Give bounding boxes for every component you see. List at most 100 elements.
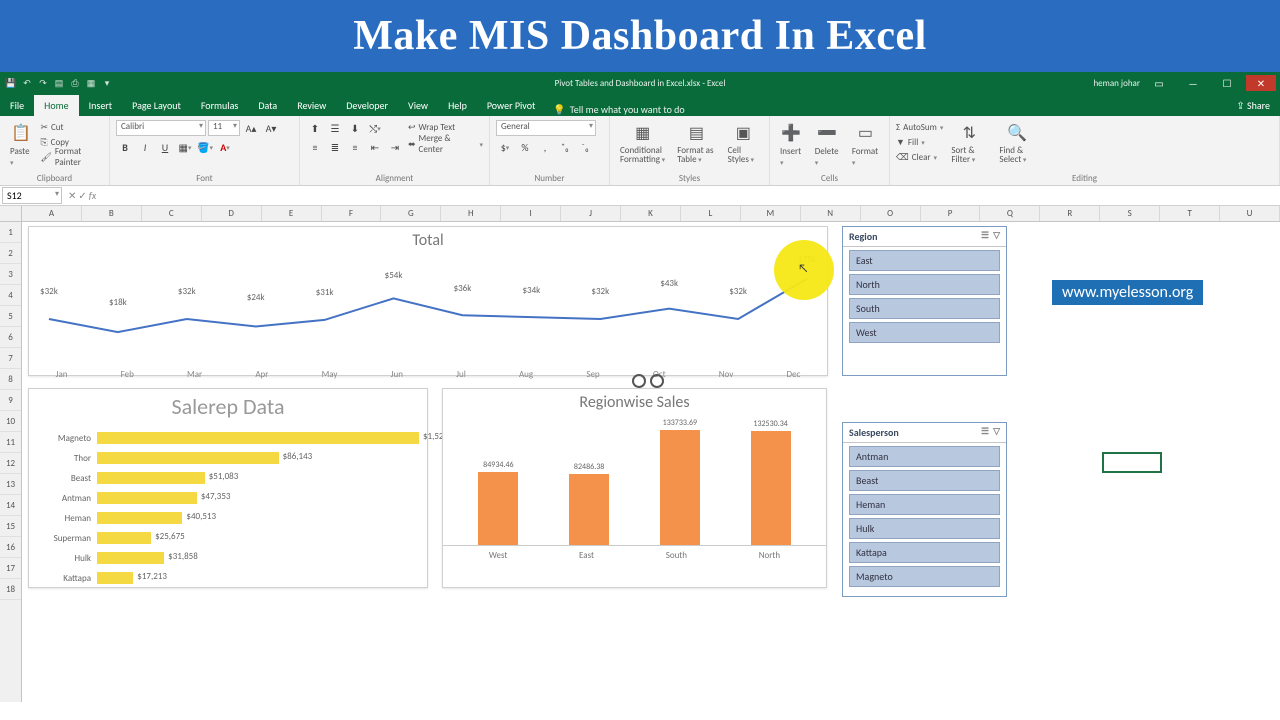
col-header[interactable]: B [82,206,142,221]
find-select-button[interactable]: 🔍Find & Select [995,120,1039,166]
enter-formula-icon[interactable]: ✓ [78,189,86,202]
slicer-item[interactable]: Beast [849,470,1000,491]
dec-decimal-icon[interactable]: ⁻₀ [576,139,594,155]
ribbon-display-icon[interactable]: ▭ [1144,75,1174,91]
col-header[interactable]: O [861,206,921,221]
col-header[interactable]: T [1160,206,1220,221]
tab-formulas[interactable]: Formulas [191,95,248,116]
col-header[interactable]: K [621,206,681,221]
formula-input[interactable] [100,186,1280,205]
font-color-button[interactable]: A [216,139,234,155]
bold-button[interactable]: B [116,139,134,155]
row-header[interactable]: 6 [0,327,21,348]
shrink-font-icon[interactable]: A▾ [262,120,280,136]
insert-cells-button[interactable]: ➕Insert [776,120,807,170]
selection-handles[interactable] [632,374,664,388]
multi-select-icon[interactable]: ☰ [981,426,989,439]
delete-cells-button[interactable]: ➖Delete [811,120,844,170]
inc-decimal-icon[interactable]: ⁺₀ [556,139,574,155]
autosum-button[interactable]: ΣAutoSum [896,120,943,134]
orientation-icon[interactable]: ⤭ [366,120,384,136]
col-header[interactable]: H [441,206,501,221]
conditional-formatting-button[interactable]: ▦Conditional Formatting [616,120,669,166]
col-header[interactable]: M [741,206,801,221]
tab-review[interactable]: Review [287,95,336,116]
slicer-item[interactable]: Kattapa [849,542,1000,563]
paste-button[interactable]: 📋 Paste [6,120,36,170]
row-header[interactable]: 5 [0,306,21,327]
col-header[interactable]: P [921,206,981,221]
align-left-icon[interactable]: ≡ [306,139,324,155]
row-header[interactable]: 11 [0,432,21,453]
clear-button[interactable]: ⌫Clear [896,150,943,164]
col-header[interactable]: I [501,206,561,221]
number-format-select[interactable]: General [496,120,596,136]
row-header[interactable]: 4 [0,285,21,306]
qat-icon[interactable]: ▦ [84,76,98,90]
chart-salerep-bar[interactable]: Salerep Data Magneto$1,52,723Thor$86,143… [28,388,428,588]
col-header[interactable]: A [22,206,82,221]
percent-icon[interactable]: % [516,139,534,155]
redo-icon[interactable]: ↷ [36,76,50,90]
grow-font-icon[interactable]: A▴ [242,120,260,136]
col-header[interactable]: N [801,206,861,221]
sort-filter-button[interactable]: ⇅Sort & Filter [947,120,991,166]
col-header[interactable]: Q [980,206,1040,221]
tab-power-pivot[interactable]: Power Pivot [477,95,546,116]
col-header[interactable]: C [142,206,202,221]
fx-icon[interactable]: fx [89,189,96,202]
slicer-item[interactable]: Heman [849,494,1000,515]
tab-home[interactable]: Home [34,95,78,116]
row-header[interactable]: 9 [0,390,21,411]
font-size-select[interactable]: 11 [208,120,240,136]
font-name-select[interactable]: Calibri [116,120,206,136]
col-header[interactable]: D [202,206,262,221]
minimize-icon[interactable]: — [1178,75,1208,91]
row-header[interactable]: 2 [0,243,21,264]
italic-button[interactable]: I [136,139,154,155]
name-box[interactable]: S12 [2,187,62,204]
underline-button[interactable]: U [156,139,174,155]
align-top-icon[interactable]: ⬆ [306,120,324,136]
tab-developer[interactable]: Developer [336,95,398,116]
row-header[interactable]: 14 [0,495,21,516]
align-bottom-icon[interactable]: ⬇ [346,120,364,136]
wrap-text-button[interactable]: ↩Wrap Text [408,120,483,134]
row-header[interactable]: 15 [0,516,21,537]
merge-center-button[interactable]: ⬌Merge & Center [408,137,483,151]
format-cells-button[interactable]: ▭Format [848,120,883,170]
selected-cell[interactable] [1102,452,1162,473]
slicer-item[interactable]: North [849,274,1000,295]
row-header[interactable]: 16 [0,537,21,558]
row-header[interactable]: 3 [0,264,21,285]
multi-select-icon[interactable]: ☰ [981,230,989,243]
fill-button[interactable]: ▼Fill [896,135,943,149]
tab-data[interactable]: Data [248,95,287,116]
qat-dropdown-icon[interactable]: ▾ [100,76,114,90]
row-header[interactable]: 17 [0,558,21,579]
grid[interactable]: Total $32k$18k$32k$24k$31k$54k$36k$34k$3… [22,222,1280,702]
comma-icon[interactable]: , [536,139,554,155]
row-header[interactable]: 13 [0,474,21,495]
close-icon[interactable]: ✕ [1246,75,1276,91]
slicer-item[interactable]: West [849,322,1000,343]
tell-me[interactable]: 💡 Tell me what you want to do [553,103,684,116]
accounting-icon[interactable]: $ [496,139,514,155]
format-painter-button[interactable]: 🖌Format Painter [40,150,103,164]
indent-dec-icon[interactable]: ⇤ [366,139,384,155]
slicer-item[interactable]: Antman [849,446,1000,467]
row-header[interactable]: 7 [0,348,21,369]
slicer-item[interactable]: Magneto [849,566,1000,587]
clear-filter-icon[interactable]: ▽ [993,230,1000,243]
cell-styles-button[interactable]: ▣Cell Styles [724,120,763,166]
col-header[interactable]: L [681,206,741,221]
chart-regionwise-bar[interactable]: Regionwise Sales 84934.4682486.38133733.… [442,388,827,588]
tab-file[interactable]: File [0,95,34,116]
align-right-icon[interactable]: ≡ [346,139,364,155]
slicer-item[interactable]: Hulk [849,518,1000,539]
slicer-region[interactable]: Region ☰▽ East North South West [842,226,1007,376]
tab-insert[interactable]: Insert [79,95,123,116]
indent-inc-icon[interactable]: ⇥ [386,139,404,155]
slicer-item[interactable]: South [849,298,1000,319]
slicer-salesperson[interactable]: Salesperson ☰▽ Antman Beast Heman Hulk K… [842,422,1007,597]
